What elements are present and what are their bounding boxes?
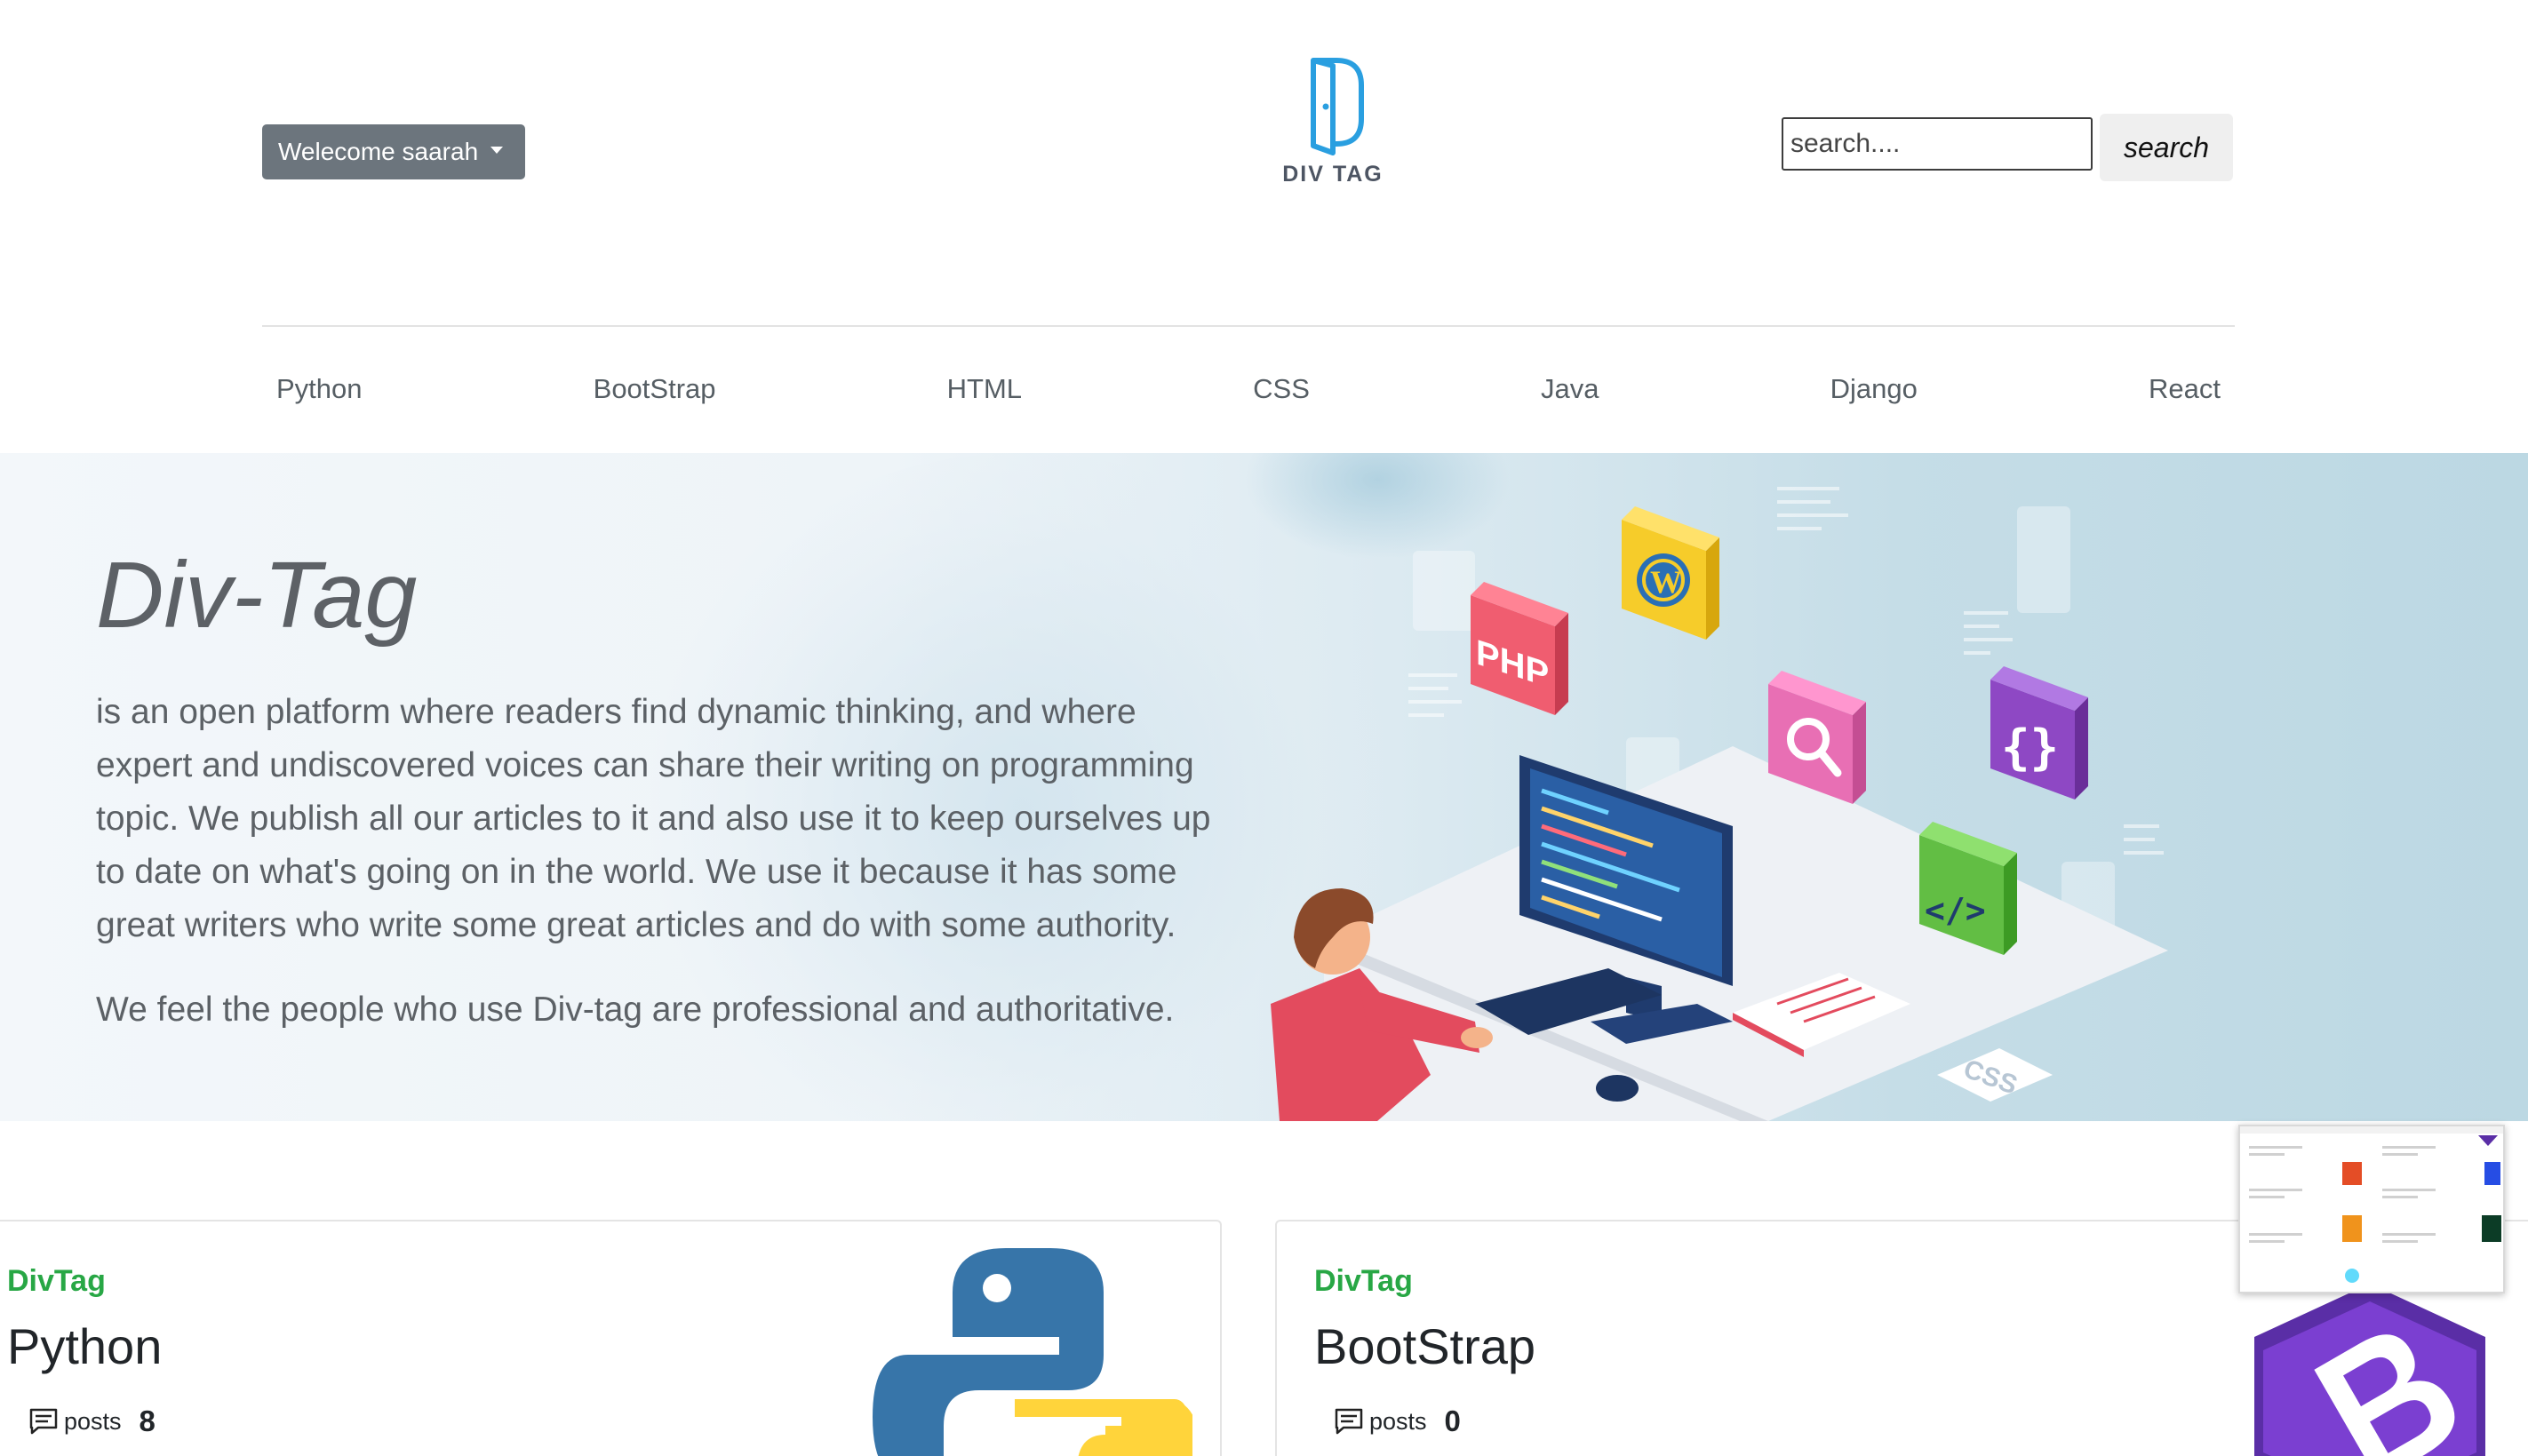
screenshot-thumbnail-preview[interactable] (2238, 1125, 2505, 1293)
caret-down-icon (490, 147, 504, 154)
comment-icon (29, 1408, 58, 1435)
search-button[interactable]: search (2100, 114, 2233, 181)
user-dropdown-label: Welecome saarah (278, 138, 479, 165)
hero-description: is an open platform where readers find d… (96, 693, 1211, 944)
nav-item-css[interactable]: CSS (1253, 373, 1310, 426)
svg-text:{}: {} (2001, 720, 2059, 776)
nav-item-python[interactable]: Python (276, 373, 363, 426)
card-brand: DivTag (1314, 1264, 1413, 1298)
search-input[interactable] (1782, 117, 2093, 171)
logo-text: DIV TAG (1282, 162, 1384, 187)
user-dropdown-button[interactable]: Welecome saarah (262, 124, 525, 179)
card-post-count: posts 0 (1334, 1404, 1461, 1438)
card-title[interactable]: BootStrap (1314, 1317, 1535, 1375)
door-logo-icon (1311, 58, 1364, 155)
card-title[interactable]: Python (7, 1317, 162, 1375)
nav-item-react[interactable]: React (2149, 373, 2221, 426)
card-post-count: posts 8 (28, 1404, 156, 1438)
site-header: Welecome saarah DIV TAG search (0, 0, 2528, 326)
svg-text:</>: </> (1925, 891, 1986, 930)
hero-tagline: We feel the people who use Div-tag are p… (96, 991, 1175, 1029)
nav-item-html[interactable]: HTML (947, 373, 1022, 426)
hero-title: Div-Tag (96, 543, 418, 648)
thumbnail-image (2240, 1126, 2503, 1292)
posts-label: posts (1369, 1407, 1427, 1435)
posts-label: posts (64, 1407, 122, 1435)
svg-text:W: W (1650, 564, 1682, 600)
comment-icon (1335, 1408, 1363, 1435)
nav-item-java[interactable]: Java (1541, 373, 1599, 426)
header-divider (262, 325, 2235, 327)
hero-banner: Div-Tag is an open platform where reader… (0, 453, 2528, 1121)
developer-illustration: CSS PHP W {} </> (1271, 487, 2168, 1121)
posts-count: 0 (1444, 1404, 1461, 1437)
site-logo[interactable]: DIV TAG (1262, 53, 1404, 195)
card-brand: DivTag (7, 1264, 106, 1298)
category-card-python[interactable]: DivTag Python posts 8 (0, 1220, 1222, 1456)
bootstrap-logo-icon (2254, 1284, 2485, 1456)
posts-count: 8 (139, 1404, 156, 1437)
category-nav: Python BootStrap HTML CSS Java Django Re… (262, 373, 2235, 426)
nav-item-django[interactable]: Django (1830, 373, 1918, 426)
python-logo-icon (873, 1248, 1192, 1456)
nav-item-bootstrap[interactable]: BootStrap (594, 373, 716, 426)
